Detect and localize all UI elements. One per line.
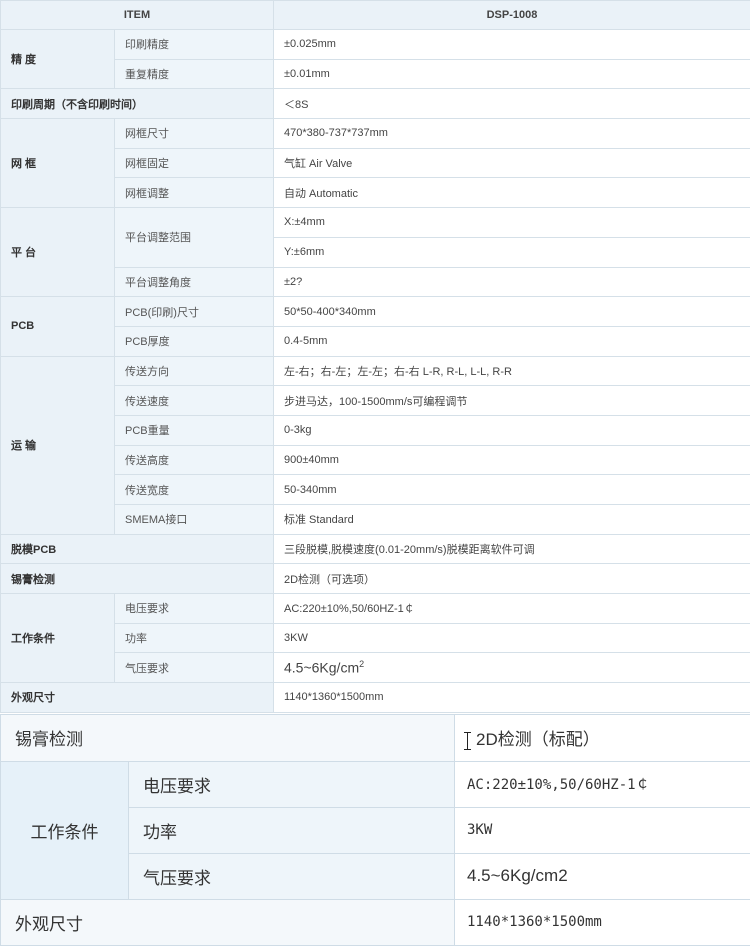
spec-label: SMEMA接口 [114, 504, 274, 535]
spec-label: 平台调整范围 [114, 207, 274, 268]
spec-label: 印刷精度 [114, 29, 274, 60]
spec-label: 气压要求 [114, 652, 274, 684]
spec-table: ITEM DSP-1008 精 度 印刷精度 ±0.025mm 重复精度 ±0.… [0, 0, 750, 713]
spec-value: X:±4mm [273, 207, 750, 238]
spec-value: ±0.01mm [273, 58, 750, 90]
category-cycle: 印刷周期（不含印刷时间） [0, 88, 274, 120]
spec-label: 网框尺寸 [114, 118, 274, 149]
spec-label: PCB(印刷)尺寸 [114, 296, 274, 327]
spec-label: 传送方向 [114, 355, 274, 387]
table-row: 锡膏检测 2D检测（标配） [0, 713, 750, 762]
spec-label: 传送宽度 [114, 474, 274, 505]
spec-value: 左-右；右-左；左-左；右-右 L-R, R-L, L-L, R-R [273, 355, 750, 387]
category-frame: 网 框 [0, 118, 115, 209]
spec-label: 传送高度 [114, 444, 274, 476]
category-platform: 平 台 [0, 207, 115, 298]
table-row: 工作条件 电压要求 AC:220±10%,50/60HZ-1￠ [0, 760, 750, 900]
category-inspect: 锡膏检测 [0, 563, 274, 595]
spec-header-row: ITEM DSP-1008 [0, 0, 750, 30]
table-row: 脱模PCB 三段脱模,脱模速度(0.01-20mm/s)脱模距离软件可调 [0, 533, 750, 565]
table-row: 工作条件 电压要求 AC:220±10%,50/60HZ-1￠ [0, 593, 750, 684]
table-row: 运 输 传送方向 左-右；右-左；左-左；右-右 L-R, R-L, L-L, … [0, 355, 750, 535]
spec-label: 网框调整 [114, 177, 274, 209]
zoom-dims-value: 1140*1360*1500mm [454, 898, 750, 946]
zoom-work-category: 工作条件 [0, 760, 129, 900]
zoom-inspect-label: 锡膏检测 [0, 713, 455, 762]
header-model: DSP-1008 [273, 0, 750, 30]
table-row: 外观尺寸 1140*1360*1500mm [0, 898, 750, 946]
spec-value: 50-340mm [273, 474, 750, 505]
spec-label: PCB厚度 [114, 325, 274, 357]
zoom-inspect-value-cell: 2D检测（标配） [454, 713, 750, 762]
spec-value: 步进马达，100-1500mm/s可编程调节 [273, 385, 750, 416]
spec-label: 重复精度 [114, 58, 274, 90]
spec-label: PCB重量 [114, 414, 274, 446]
table-row: PCB PCB(印刷)尺寸 50*50-400*340mm [0, 296, 750, 357]
category-precision: 精 度 [0, 28, 115, 90]
category-work: 工作条件 [0, 593, 115, 684]
spec-value-air: 4.5~6Kg/cm2 [273, 652, 750, 684]
spec-value: ＜8S [273, 88, 750, 120]
table-row: 外观尺寸 1140*1360*1500mm [0, 682, 750, 713]
spec-value: 气缸 Air Valve [273, 147, 750, 179]
zoom-power-label: 功率 [128, 806, 455, 854]
category-transport: 运 输 [0, 355, 115, 535]
spec-label: 功率 [114, 622, 274, 654]
spec-value: AC:220±10%,50/60HZ-1￠ [273, 593, 750, 624]
text-cursor-icon [464, 731, 474, 750]
zoom-inspect-value: 2D检测（标配） [476, 730, 600, 750]
spec-value: 三段脱模,脱模速度(0.01-20mm/s)脱模距离软件可调 [273, 533, 750, 565]
spec-value: 1140*1360*1500mm [273, 682, 750, 713]
category-pcb: PCB [0, 296, 115, 357]
table-row: 锡膏检测 2D检测（可选项） [0, 563, 750, 595]
category-demold: 脱模PCB [0, 533, 274, 565]
spec-value: 标准 Standard [273, 504, 750, 535]
table-row: 网 框 网框尺寸 470*380-737*737mm [0, 118, 750, 209]
zoom-voltage-label: 电压要求 [128, 760, 455, 808]
spec-value: ±0.025mm [273, 29, 750, 60]
category-dims: 外观尺寸 [0, 682, 274, 713]
spec-label: 电压要求 [114, 593, 274, 624]
zoom-air-label: 气压要求 [128, 852, 455, 900]
spec-label: 平台调整角度 [114, 266, 274, 298]
header-item: ITEM [0, 0, 274, 30]
spec-value: 自动 Automatic [273, 177, 750, 209]
spec-value: 0.4-5mm [273, 325, 750, 357]
zoomed-spec-table: 锡膏检测 2D检测（标配） 工作条件 电压要求 AC:220±10%,50/60… [0, 713, 750, 946]
table-row: 印刷周期（不含印刷时间） ＜8S [0, 88, 750, 120]
spec-value: 470*380-737*737mm [273, 118, 750, 149]
zoom-voltage-value: AC:220±10%,50/60HZ-1￠ [454, 760, 750, 808]
spec-label: 传送速度 [114, 385, 274, 416]
spec-value: 50*50-400*340mm [273, 296, 750, 327]
spec-value: 0-3kg [273, 414, 750, 446]
zoom-dims-label: 外观尺寸 [0, 898, 455, 946]
zoom-air-value: 4.5~6Kg/cm2 [454, 852, 750, 900]
spec-value: ±2? [273, 266, 750, 298]
spec-value: 2D检测（可选项） [273, 563, 750, 595]
zoom-power-value: 3KW [454, 806, 750, 854]
table-row: 平 台 平台调整范围 X:±4mm [0, 207, 750, 298]
air-value-text: 4.5~6Kg/cm [284, 660, 360, 677]
spec-value: 3KW [273, 622, 750, 654]
spec-value: Y:±6mm [273, 236, 750, 268]
air-value-superscript: 2 [359, 659, 365, 670]
spec-label: 网框固定 [114, 147, 274, 179]
table-row: 精 度 印刷精度 ±0.025mm [0, 28, 750, 90]
spec-value: 900±40mm [273, 444, 750, 476]
